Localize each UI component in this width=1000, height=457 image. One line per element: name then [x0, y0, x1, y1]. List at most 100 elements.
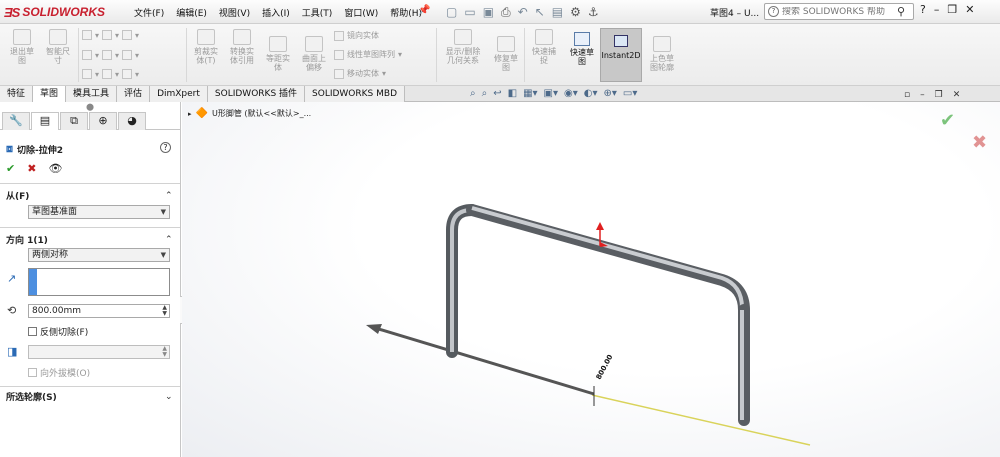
configuration-manager-tab-icon[interactable]: ⧉ — [60, 112, 88, 130]
rebuild-icon[interactable]: ▤ — [552, 5, 563, 19]
extrude-direction-arrow[interactable] — [371, 325, 595, 396]
panel-grip[interactable]: ⬤ — [0, 102, 180, 112]
undo-icon[interactable]: ↶ — [518, 5, 528, 19]
display-manager-tab-icon[interactable]: ◕ — [118, 112, 146, 130]
help-search-box[interactable]: ? ⚲ — [764, 3, 914, 20]
view-orientation-icon[interactable]: ▦▾ — [523, 88, 537, 99]
linear-pattern-button[interactable]: 线性草图阵列 ▾ — [334, 49, 402, 60]
spinner-icon[interactable]: ▲ ▼ — [162, 305, 167, 317]
move-entities-button[interactable]: 移动实体 ▾ — [334, 68, 386, 79]
property-manager-tab-icon[interactable]: ▤ — [31, 112, 59, 130]
tab-evaluate[interactable]: 评估 — [117, 86, 151, 102]
depth-input[interactable]: 800.00mm ▲ ▼ — [28, 304, 170, 318]
anchor-icon[interactable]: ⚓ — [588, 5, 599, 19]
offset-on-surface-button[interactable]: 曲面上 偏移 — [296, 36, 332, 72]
close-icon[interactable]: ✕ — [965, 3, 974, 16]
menu-tools[interactable]: 工具(T) — [296, 6, 339, 19]
graphics-minimize-icon[interactable]: – — [920, 90, 925, 100]
ok-check-icon[interactable]: ✔ — [6, 162, 15, 175]
offset-entities-button[interactable]: 等距实 体 — [260, 36, 296, 72]
u-tube-left-leg[interactable] — [446, 204, 478, 358]
tab-solidworks-addins[interactable]: SOLIDWORKS 插件 — [207, 86, 306, 102]
hide-show-icon[interactable]: ◉▾ — [564, 88, 578, 99]
cancel-x-icon[interactable]: ✖ — [27, 162, 36, 175]
open-folder-icon[interactable]: ▭ — [464, 5, 475, 19]
zoom-to-fit-icon[interactable]: ⌕ — [470, 88, 476, 99]
slot-tool[interactable]: ▾ ▾ ▾ — [82, 69, 139, 79]
quick-snaps-button[interactable]: 快速捕 捉 — [526, 29, 562, 65]
convert-entities-button[interactable]: 转换实 体引用 — [224, 29, 260, 65]
tab-sketch[interactable]: 草图 — [33, 86, 67, 102]
feature-manager-tab-icon[interactable]: 🔧 — [2, 112, 30, 130]
graphics-restore-icon[interactable]: ❐ — [935, 90, 943, 100]
menu-edit[interactable]: 编辑(E) — [170, 6, 213, 19]
help-icon[interactable]: ? — [160, 142, 171, 153]
help-menu-icon[interactable]: ? — [920, 3, 926, 16]
menu-insert[interactable]: 插入(I) — [256, 6, 296, 19]
selected-contours-section-header[interactable]: 所选轮廓(S) ⌄ — [6, 390, 181, 404]
model-scene[interactable]: 800.00 — [182, 102, 1000, 457]
end-condition-select[interactable]: 两侧对称 ▼ — [28, 248, 170, 262]
print-icon[interactable]: ⎙ — [501, 5, 511, 20]
view-settings-icon[interactable]: ▭▾ — [623, 88, 637, 99]
pin-icon[interactable]: 📌 — [418, 5, 430, 16]
new-document-icon[interactable]: ▢ — [446, 5, 457, 19]
expand-arrow-icon[interactable]: ▸ — [188, 110, 192, 118]
solidworks-logo[interactable]: ƎS SOLIDWORKS — [4, 3, 105, 21]
mirror-entities-button[interactable]: 镜向实体 — [334, 30, 379, 41]
collapse-caret-icon[interactable]: ⌃ — [165, 191, 173, 201]
line-tool[interactable]: ▾ ▾ ▾ — [82, 30, 139, 40]
menu-view[interactable]: 视图(V) — [213, 6, 256, 19]
graphics-area[interactable]: 800.00 ▸ 🔶 U形脚管 (默认<<默认>_... ✔ ✖ — [182, 102, 1000, 457]
draft-outward-checkbox[interactable]: 向外拔模(O) — [28, 366, 90, 379]
display-delete-relations-button[interactable]: 显示/删除 几何关系 — [438, 29, 488, 65]
menu-file[interactable]: 文件(F) — [128, 6, 170, 19]
spinner-icon[interactable]: ▲ ▼ — [162, 346, 167, 358]
scene-icon[interactable]: ⊕▾ — [604, 88, 617, 99]
from-select[interactable]: 草图基准面 ▼ — [28, 205, 170, 219]
flyout-feature-tree[interactable]: ▸ 🔶 U形脚管 (默认<<默认>_... — [188, 108, 311, 119]
expand-caret-icon[interactable]: ⌄ — [165, 392, 173, 402]
preview-eye-icon[interactable]: 👁 — [48, 162, 62, 175]
u-tube-top-bar[interactable] — [466, 204, 750, 316]
save-icon[interactable]: ▣ — [483, 5, 494, 19]
tab-dimxpert[interactable]: DimXpert — [150, 86, 208, 102]
rapid-sketch-button[interactable]: 快速草 图 — [566, 28, 598, 82]
flip-side-to-cut-checkbox[interactable]: 反侧切除(F) — [28, 325, 88, 338]
display-style-icon[interactable]: ▣▾ — [544, 88, 558, 99]
from-section-header[interactable]: 从(F) ⌃ — [6, 189, 181, 203]
direction-arrow-icon[interactable]: ↗ — [7, 272, 16, 285]
tab-features[interactable]: 特征 — [0, 86, 34, 102]
menu-window[interactable]: 窗口(W) — [338, 6, 384, 19]
instant2d-button[interactable]: Instant2D — [600, 28, 642, 82]
draft-icon[interactable]: ◨ — [7, 345, 17, 358]
confirm-ok-icon[interactable]: ✔ — [940, 110, 955, 131]
shaded-sketch-contours-button[interactable]: 上色草 图轮廓 — [644, 36, 680, 72]
exit-sketch-button[interactable]: 退出草 图 — [4, 29, 40, 65]
previous-view-icon[interactable]: ↩ — [493, 88, 501, 99]
edit-appearance-icon[interactable]: ◐▾ — [584, 88, 598, 99]
trim-entities-button[interactable]: 剪裁实 体(T) — [188, 29, 224, 65]
dimxpert-manager-tab-icon[interactable]: ⊕ — [89, 112, 117, 130]
direction-selection-box[interactable] — [28, 268, 170, 296]
confirm-cancel-icon[interactable]: ✖ — [972, 132, 987, 153]
zoom-area-icon[interactable]: ⌕ — [482, 88, 488, 99]
minimize-icon[interactable]: – — [934, 3, 940, 16]
search-icon[interactable]: ⚲ — [897, 5, 905, 18]
section-view-icon[interactable]: ◧ — [508, 88, 517, 99]
depth-dimension-label[interactable]: 800.00 — [595, 353, 615, 381]
options-gear-icon[interactable]: ⚙ — [570, 5, 581, 19]
panel-toggle-icon[interactable]: ▫ — [904, 90, 910, 100]
tab-solidworks-mbd[interactable]: SOLIDWORKS MBD — [305, 86, 405, 102]
draft-angle-input[interactable]: ▲ ▼ — [28, 345, 170, 359]
smart-dimension-button[interactable]: 智能尺 寸 — [40, 29, 76, 65]
collapse-caret-icon[interactable]: ⌃ — [165, 235, 173, 245]
select-arrow-icon[interactable]: ↖ — [535, 5, 545, 19]
direction1-section-header[interactable]: 方向 1(1) ⌃ — [6, 233, 181, 247]
tab-mold-tools[interactable]: 模具工具 — [66, 86, 118, 102]
sketch-line[interactable] — [591, 394, 811, 446]
repair-sketch-button[interactable]: 修复草 图 — [488, 36, 524, 72]
help-search-input[interactable] — [782, 6, 894, 17]
restore-icon[interactable]: ❐ — [947, 3, 957, 16]
rectangle-tool[interactable]: ▾ ▾ ▾ — [82, 50, 139, 60]
